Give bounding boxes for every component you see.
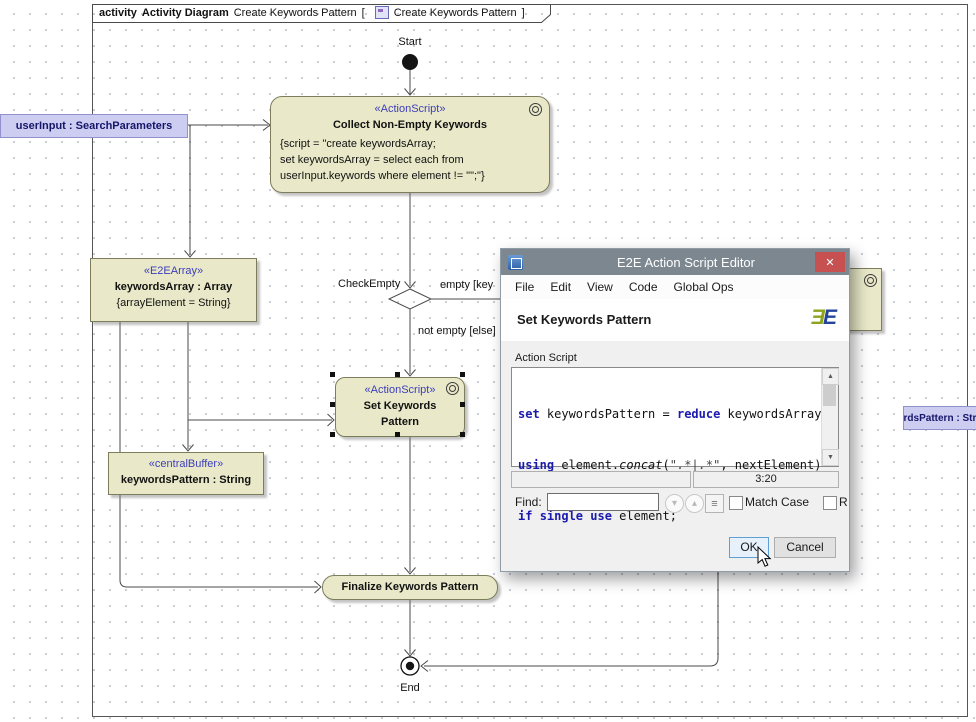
collect-keywords-action[interactable]: «ActionScript» Collect Non-Empty Keyword… [270,96,550,193]
frame-bracket-close: ] [522,7,525,19]
start-label: Start [392,36,428,48]
find-label: Find: [515,495,542,509]
selection-handle[interactable] [330,432,335,437]
keywords-pattern-parameter-node[interactable]: wordsPattern : String [903,406,976,430]
code-editor[interactable]: set keywordsPattern = reduce keywordsArr… [511,367,839,467]
menu-code[interactable]: Code [621,280,666,294]
find-prev-icon[interactable]: ▴ [685,494,704,513]
action-script-icon [864,274,877,287]
menu-edit[interactable]: Edit [542,280,579,294]
action-script-icon [529,103,542,116]
dialog-menubar: File Edit View Code Global Ops [501,275,849,300]
match-case-checkbox[interactable] [729,496,743,510]
regex-label: R [839,495,848,509]
cancel-button[interactable]: Cancel [774,537,836,558]
close-button[interactable]: ✕ [815,252,845,272]
scroll-down-icon[interactable]: ▼ [822,449,839,466]
selection-handle[interactable] [460,372,465,377]
end-label: End [394,682,426,694]
status-cell-left [511,471,691,488]
guard-not-empty-label: not empty [else] [418,325,496,337]
scrollbar-thumb[interactable] [823,384,836,406]
menu-view[interactable]: View [579,280,621,294]
find-next-icon[interactable]: ▾ [665,494,684,513]
menu-global-ops[interactable]: Global Ops [666,280,742,294]
diagram-icon [375,6,389,19]
selection-handle[interactable] [395,432,400,437]
decision-node[interactable] [389,289,431,309]
frame-tab-title: activity Activity Diagram Create Keyword… [99,6,525,19]
collect-title: Collect Non-Empty Keywords [271,117,549,133]
set-title-line2: Pattern [336,414,464,430]
dialog-header: Set Keywords Pattern ƎE [501,299,849,342]
set-title-line1: Set Keywords [336,398,464,414]
frame-keyword: activity [99,7,137,19]
set-keywords-action[interactable]: «ActionScript» Set Keywords Pattern [335,377,465,437]
array-title: keywordsArray : Array [91,279,256,295]
canvas: activity Activity Diagram Create Keyword… [0,0,976,722]
decision-name-label: CheckEmpty [338,278,400,290]
selection-handle[interactable] [330,402,335,407]
array-detail: {arrayElement = String} [91,295,256,311]
collect-stereotype: «ActionScript» [271,101,549,117]
collect-script-line1: {script = "create keywordsArray; [271,136,549,152]
dialog-header-title: Set Keywords Pattern [517,312,651,327]
dialog-title: E2E Action Script Editor [523,255,849,270]
vertical-scrollbar[interactable]: ▲ ▼ [821,368,838,466]
final-node-dot [406,662,414,670]
keywords-pattern-buffer-node[interactable]: «centralBuffer» keywordsPattern : String [108,452,264,495]
frame-bracket-open: [ [362,7,365,19]
frame-type: Activity Diagram [142,7,229,19]
match-case-label: Match Case [745,495,809,509]
action-script-label: Action Script [515,352,577,364]
code-text[interactable]: set keywordsPattern = reduce keywordsArr… [518,372,820,559]
collect-script-line2: set keywordsArray = select each from [271,152,549,168]
guard-empty-label: empty [key [440,279,493,291]
selection-handle[interactable] [395,372,400,377]
array-stereotype: «E2EArray» [91,263,256,279]
keywords-array-node[interactable]: «E2EArray» keywordsArray : Array {arrayE… [90,258,257,322]
caret-position: 3:20 [693,471,839,488]
action-script-editor-dialog: E2E Action Script Editor ✕ File Edit Vie… [500,248,850,572]
user-input-parameter-node[interactable]: userInput : SearchParameters [0,114,188,138]
e2e-logo-icon: ƎE [811,306,835,330]
dialog-titlebar[interactable]: E2E Action Script Editor ✕ [501,249,849,275]
frame-name: Create Keywords Pattern [234,7,357,19]
e2e-logo-right: E [823,306,835,329]
selection-handle[interactable] [330,372,335,377]
dialog-body: Action Script set keywordsPattern = redu… [501,341,849,571]
frame-context-name: Create Keywords Pattern [394,7,517,19]
finalize-title: Finalize Keywords Pattern [323,576,497,599]
find-input[interactable] [547,493,659,511]
mouse-cursor [757,546,773,568]
find-bar: Find: ▾ ▴ ≡ Match Case R [501,493,849,513]
find-options-icon[interactable]: ≡ [705,494,724,513]
e2e-logo-left: Ǝ [811,306,823,329]
code-line-1: set keywordsPattern = reduce keywordsArr… [518,406,820,423]
regex-checkbox[interactable] [823,496,837,510]
buffer-stereotype: «centralBuffer» [109,456,263,472]
action-script-icon [446,382,459,395]
buffer-title: keywordsPattern : String [109,472,263,488]
collect-script-line3: userInput.keywords where element != "";"… [271,168,549,184]
scroll-up-icon[interactable]: ▲ [822,368,839,385]
selection-handle[interactable] [460,402,465,407]
initial-node[interactable] [402,54,418,70]
selection-handle[interactable] [460,432,465,437]
menu-file[interactable]: File [507,280,542,294]
finalize-keywords-action[interactable]: Finalize Keywords Pattern [322,575,498,600]
dialog-app-icon [508,255,523,270]
set-stereotype: «ActionScript» [336,382,464,398]
